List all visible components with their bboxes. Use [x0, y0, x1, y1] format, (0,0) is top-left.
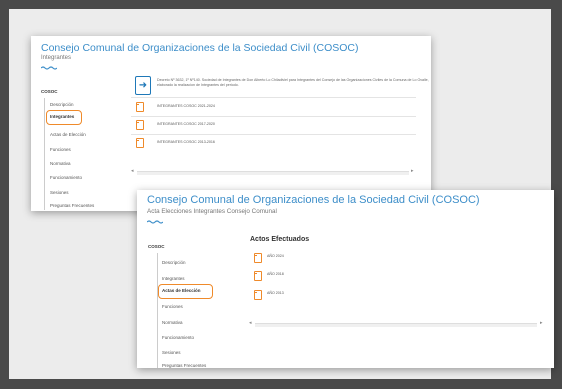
sidebar-item-funcionamiento[interactable]: Funcionamiento	[50, 175, 82, 180]
sidebar-heading: COSOC	[148, 244, 165, 249]
row-divider	[131, 97, 416, 98]
sidebar-divider	[157, 253, 158, 368]
wave-decoration-icon	[41, 66, 57, 70]
section-title: Actos Efectuados	[250, 236, 310, 243]
row-divider	[131, 134, 416, 135]
document-icon[interactable]	[253, 253, 262, 263]
sidebar-item-preguntas[interactable]: Preguntas Frecuentes	[162, 363, 206, 368]
sidebar-item-descripcion[interactable]: Descripción	[162, 260, 186, 265]
scroll-right-icon[interactable]: ▸	[540, 321, 543, 326]
document-link[interactable]: INTEGRANTES COSOC 2013-2016	[157, 140, 215, 144]
document-icon[interactable]	[135, 138, 144, 148]
sidebar-item-integrantes[interactable]: Integrantes	[162, 276, 185, 281]
sidebar-item-descripcion[interactable]: Descripción	[50, 102, 74, 107]
scroll-left-icon[interactable]: ◂	[131, 169, 134, 174]
horizontal-scrollbar[interactable]	[255, 323, 537, 327]
screenshot-integrantes: Consejo Comunal de Organizaciones de la …	[31, 36, 431, 211]
sidebar-item-funcionamiento[interactable]: Funcionamiento	[162, 335, 194, 340]
document-link[interactable]: AÑO 2024	[267, 254, 284, 258]
sidebar-item-preguntas[interactable]: Preguntas Frecuentes	[50, 203, 94, 208]
page-title: Consejo Comunal de Organizaciones de la …	[41, 42, 359, 54]
screenshot-actas-eleccion: Consejo Comunal de Organizaciones de la …	[137, 190, 554, 368]
horizontal-scrollbar[interactable]	[137, 171, 409, 175]
sidebar-divider	[44, 98, 45, 210]
document-link[interactable]: AÑO 2013	[267, 291, 284, 295]
sidebar-item-funciones[interactable]: Funciones	[162, 304, 183, 309]
description-text: Decreto Nº 3632, 1º Nº140. Sociedad de I…	[157, 78, 429, 87]
sidebar-item-normativa[interactable]: Normativa	[50, 161, 71, 166]
sidebar-item-actas[interactable]: Actas de Elección	[162, 288, 201, 293]
document-icon[interactable]	[135, 120, 144, 130]
document-link[interactable]: AÑO 2018	[267, 272, 284, 276]
document-link[interactable]: INTEGRANTES COSOC 2017-2020	[157, 122, 215, 126]
figure-frame: Consejo Comunal de Organizaciones de la …	[9, 9, 554, 379]
page-subtitle: Acta Elecciones Integrantes Consejo Comu…	[147, 208, 277, 215]
page-title: Consejo Comunal de Organizaciones de la …	[147, 194, 480, 206]
sidebar-item-normativa[interactable]: Normativa	[162, 320, 183, 325]
scroll-right-icon[interactable]: ▸	[411, 169, 414, 174]
sidebar-heading: COSOC	[41, 89, 58, 94]
document-icon[interactable]	[253, 271, 262, 281]
document-icon[interactable]	[135, 102, 144, 112]
sidebar-item-sesiones[interactable]: Sesiones	[162, 350, 181, 355]
sidebar-item-funciones[interactable]: Funciones	[50, 147, 71, 152]
page-subtitle: Integrantes	[41, 55, 72, 61]
scroll-left-icon[interactable]: ◂	[249, 321, 252, 326]
sidebar-item-actas[interactable]: Actas de Elección	[50, 132, 86, 137]
sidebar-item-integrantes[interactable]: Integrantes	[50, 114, 74, 119]
document-icon[interactable]	[253, 290, 262, 300]
row-divider	[131, 116, 416, 117]
document-link[interactable]: INTEGRANTES COSOC 2021-2024	[157, 104, 215, 108]
document-arrow-icon[interactable]: ➜	[135, 76, 151, 95]
sidebar-item-sesiones[interactable]: Sesiones	[50, 190, 69, 195]
wave-decoration-icon	[147, 220, 163, 224]
